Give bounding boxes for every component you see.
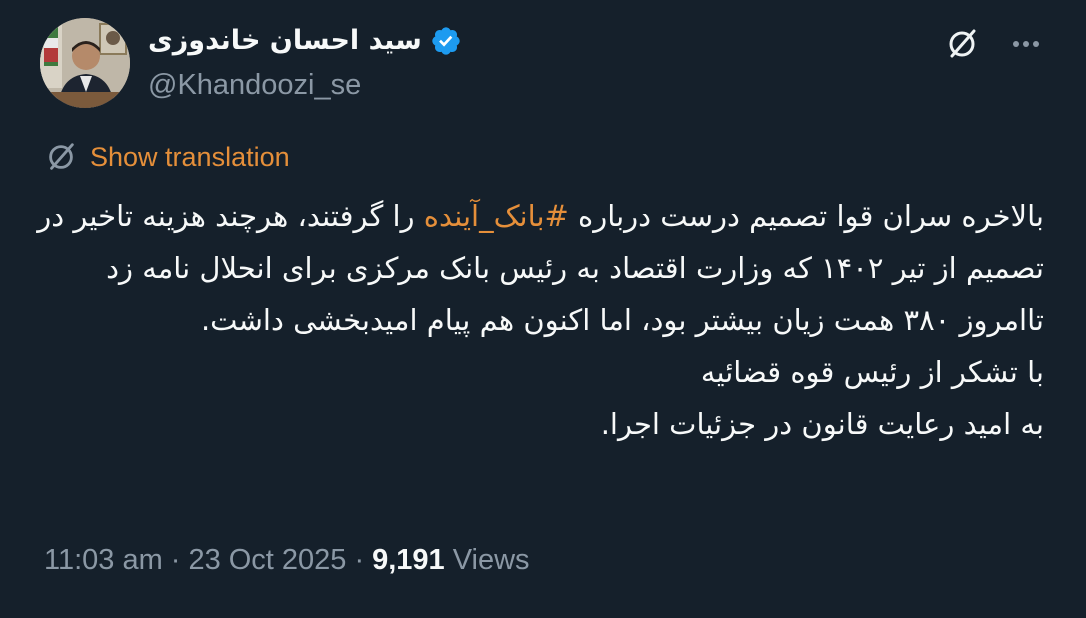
hashtag-link[interactable]: #بانک_آینده xyxy=(424,199,569,233)
views-count: 9,191 xyxy=(372,544,445,576)
avatar[interactable] xyxy=(40,18,130,108)
show-translation-button[interactable]: Show translation xyxy=(44,140,290,174)
tweet-text-before-hashtag: بالاخره سران قوا تصمیم درست درباره xyxy=(568,199,1044,233)
show-translation-label: Show translation xyxy=(90,141,290,172)
meta-separator: · xyxy=(354,544,365,576)
globe-icon xyxy=(49,143,74,170)
more-options-button[interactable] xyxy=(1006,24,1046,64)
tweet-paragraph-2: با تشکر از رئیس قوه قضائیه xyxy=(700,355,1044,389)
tweet-card: سید احسان خاندوزی @Khandoozi_se Show tra… xyxy=(0,0,1086,618)
author-name-row: سید احسان خاندوزی xyxy=(148,20,462,62)
avatar-image xyxy=(40,18,130,108)
tweet-text: بالاخره سران قوا تصمیم درست درباره #بانک… xyxy=(34,190,1044,450)
author-handle[interactable]: @Khandoozi_se xyxy=(148,65,361,105)
tweet-meta-row: 11:03 am · 23 Oct 2025 · 9,191 Views xyxy=(44,538,530,582)
views-label: Views xyxy=(452,544,530,576)
tweet-paragraph-1: بالاخره سران قوا تصمیم درست درباره #بانک… xyxy=(34,190,1044,346)
more-options-icon xyxy=(1013,41,1039,47)
tweet-date[interactable]: 23 Oct 2025 xyxy=(188,538,346,582)
tweet-paragraph-3: به امید رعایت قانون در جزئیات اجرا. xyxy=(600,407,1044,441)
tweet-top-actions xyxy=(942,24,1046,64)
tweet-time[interactable]: 11:03 am xyxy=(44,538,163,582)
author-display-name[interactable]: سید احسان خاندوزی xyxy=(148,21,422,61)
verified-badge-icon[interactable] xyxy=(430,25,462,57)
grok-button[interactable] xyxy=(942,24,982,64)
meta-separator: · xyxy=(170,544,181,576)
grok-icon xyxy=(949,29,976,58)
